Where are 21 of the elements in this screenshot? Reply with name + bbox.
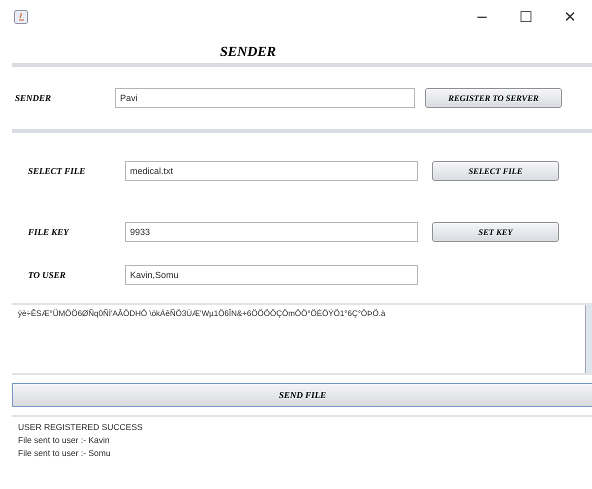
scrollbar[interactable] bbox=[585, 305, 592, 373]
minimize-button[interactable]: − bbox=[460, 2, 504, 32]
log-line: File sent to user :- Kavin bbox=[18, 434, 111, 447]
register-button[interactable]: REGISTER TO SERVER bbox=[425, 88, 562, 108]
field-label: SELECT FILE bbox=[28, 166, 86, 176]
encrypted-text: ÿè÷ÊSÆ°ÜMÖÖ6ØÑq0ÑÌ'AÂÖDHÖ \ökÁêÑÖ3ÙÆ'Wµ1Ö6ÎN&+6ÖÖÖÖÇÖmÖÖ°ÖÈÖÝÖ1°6Ç°ÖÞÖ.ä bbox=[17, 308, 386, 320]
maximize-button[interactable]: ☐ bbox=[504, 2, 548, 32]
input-field[interactable]: 9933 bbox=[125, 222, 418, 242]
log-line: USER REGISTERED SUCCESS bbox=[18, 421, 144, 434]
input-field[interactable]: Kavin,Somu bbox=[125, 265, 418, 285]
field-label: TO USER bbox=[28, 270, 67, 280]
field-label: SENDER bbox=[15, 93, 52, 103]
log-line: File sent to user :- Somu bbox=[18, 447, 112, 460]
action-button[interactable]: SET KEY bbox=[432, 222, 559, 242]
send-file-button[interactable]: SEND FILE bbox=[12, 383, 592, 407]
close-button[interactable]: ✕ bbox=[548, 2, 592, 32]
input-field[interactable]: Pavi bbox=[115, 88, 415, 108]
action-button[interactable]: SELECT FILE bbox=[432, 161, 559, 181]
page-title: SENDER bbox=[218, 44, 278, 62]
field-label: FILE KEY bbox=[28, 227, 70, 237]
input-field[interactable]: medical.txt bbox=[125, 161, 418, 181]
